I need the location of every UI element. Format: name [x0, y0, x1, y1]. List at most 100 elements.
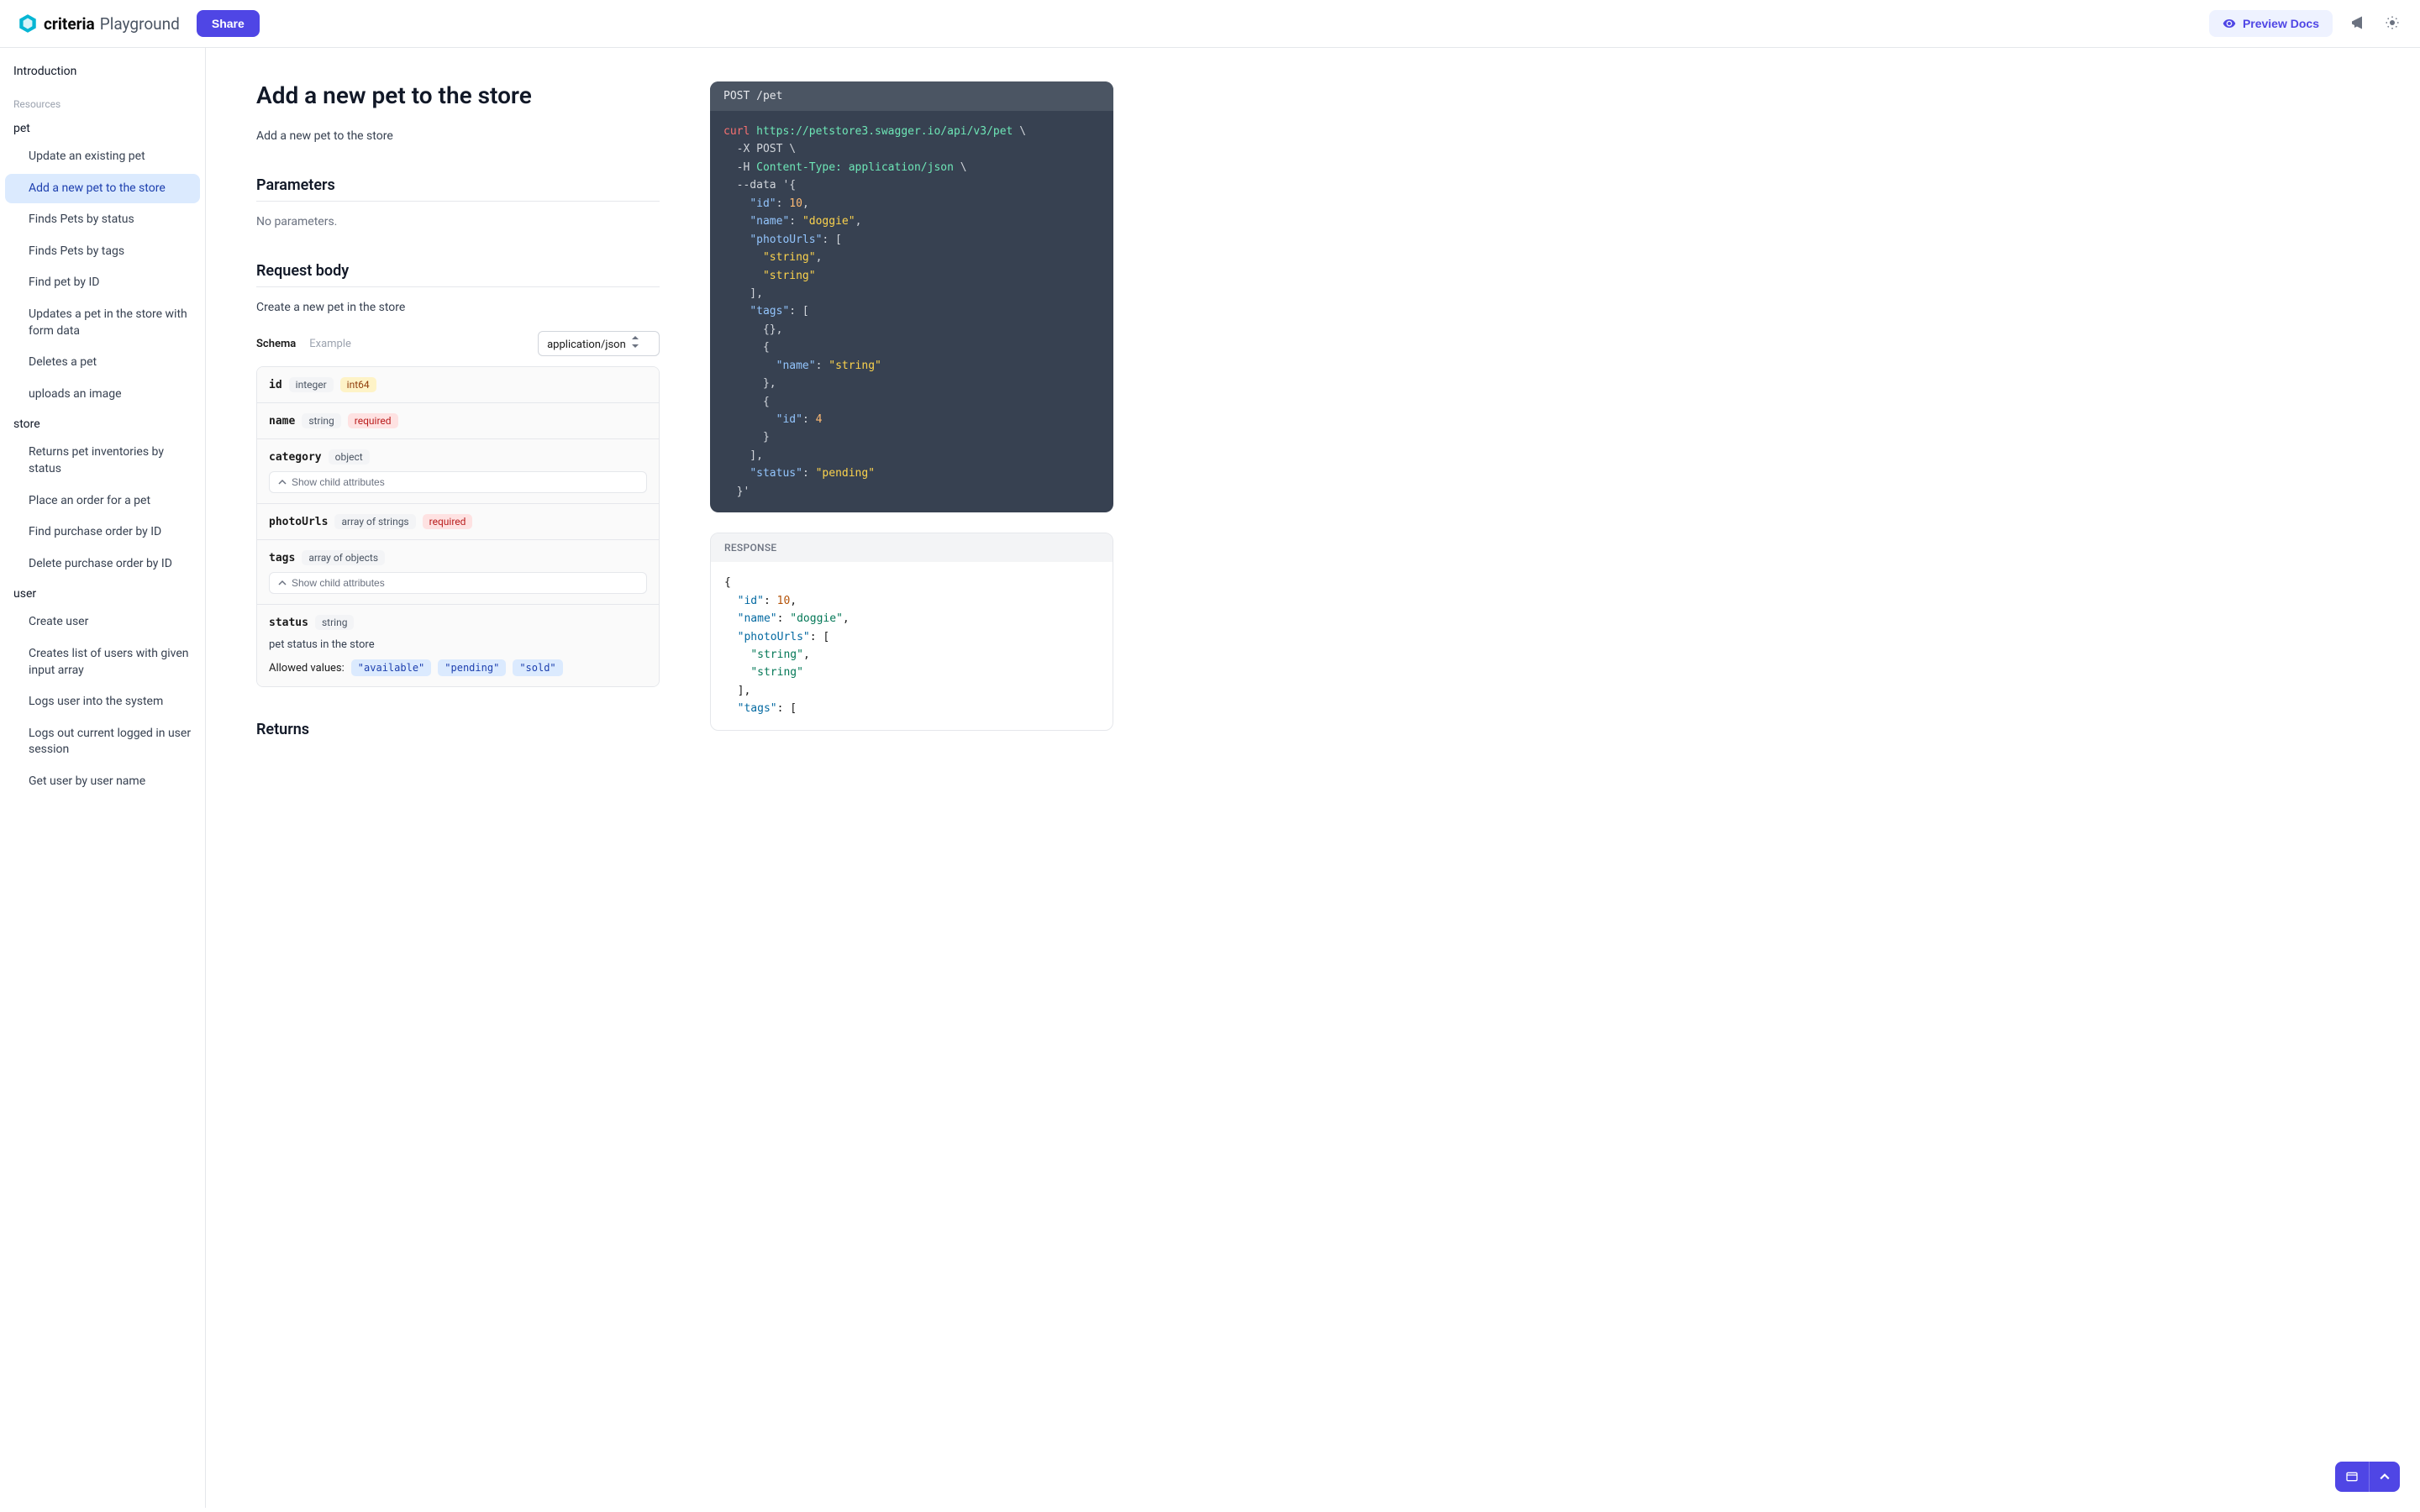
code-header: POST /pet [710, 81, 1113, 111]
sidebar-item-logout[interactable]: Logs out current logged in user session [5, 719, 200, 765]
content-type-select[interactable]: application/json [538, 331, 660, 356]
logo-icon [17, 13, 39, 34]
preview-docs-label: Preview Docs [2243, 17, 2319, 30]
field-name-row: name string required [257, 403, 659, 439]
float-collapse-button[interactable] [2369, 1462, 2400, 1492]
sidebar-item-find-by-id[interactable]: Find pet by ID [5, 268, 200, 298]
sidebar-item-update-pet[interactable]: Update an existing pet [5, 142, 200, 172]
tab-schema[interactable]: Schema [256, 338, 296, 350]
floating-controls [2335, 1462, 2400, 1492]
required-badge: required [423, 514, 473, 529]
field-status: status string pet status in the store Al… [257, 605, 659, 686]
sidebar-item-create-user[interactable]: Create user [5, 607, 200, 638]
announcement-icon[interactable] [2346, 12, 2368, 36]
sidebar-item-delete-pet[interactable]: Deletes a pet [5, 348, 200, 378]
field-tags: tags array of objects Show child attribu… [257, 540, 659, 605]
chevron-up-icon [2380, 1472, 2390, 1482]
required-badge: required [348, 413, 398, 428]
allowed-value: "pending" [438, 659, 506, 676]
sidebar-item-create-users-list[interactable]: Creates list of users with given input a… [5, 639, 200, 685]
content: Add a new pet to the store Add a new pet… [256, 81, 660, 1474]
tab-example[interactable]: Example [309, 338, 351, 350]
field-name: photoUrls [269, 516, 328, 528]
field-photourls: photoUrls array of strings required [257, 504, 659, 540]
type-badge: object [329, 449, 370, 465]
share-button[interactable]: Share [197, 10, 260, 37]
sidebar: Introduction Resources pet Update an exi… [0, 48, 206, 1508]
header-right: Preview Docs [2209, 10, 2403, 37]
request-code-block: POST /pet curl https://petstore3.swagger… [710, 81, 1113, 512]
logo-text: criteria [44, 14, 95, 34]
header-flag: -H [737, 161, 750, 174]
header: criteria Playground Share Preview Docs [0, 0, 2420, 48]
logo: criteria Playground [17, 13, 180, 34]
header-value: Content-Type: application/json [756, 161, 954, 174]
format-badge: int64 [340, 377, 376, 392]
page-description: Add a new pet to the store [256, 129, 660, 143]
url-token: https://petstore3.swagger.io/api/v3/pet [756, 125, 1013, 138]
sidebar-item-delete-order[interactable]: Delete purchase order by ID [5, 549, 200, 580]
field-name: category [269, 451, 322, 464]
chevron-updown-icon [632, 336, 639, 348]
type-badge: integer [289, 377, 334, 392]
page-title: Add a new pet to the store [256, 81, 660, 109]
sidebar-item-place-order[interactable]: Place an order for a pet [5, 486, 200, 517]
preview-docs-button[interactable]: Preview Docs [2209, 10, 2333, 37]
panel-icon [2345, 1470, 2359, 1483]
request-body-heading: Request body [256, 262, 660, 287]
sidebar-item-find-order[interactable]: Find purchase order by ID [5, 517, 200, 548]
allowed-value: "available" [351, 659, 431, 676]
field-name: status [269, 617, 308, 629]
sidebar-group-user[interactable]: user [5, 580, 200, 607]
schema-table: id integer int64 name string required ca… [256, 366, 660, 687]
type-badge: string [302, 413, 340, 428]
type-badge: array of strings [334, 514, 415, 529]
theme-toggle-icon[interactable] [2381, 12, 2403, 36]
expand-tags-button[interactable]: Show child attributes [269, 572, 647, 594]
sidebar-item-login[interactable]: Logs user into the system [5, 687, 200, 717]
sidebar-item-add-pet[interactable]: Add a new pet to the store [5, 174, 200, 204]
allowed-values-row: Allowed values: "available" "pending" "s… [269, 659, 647, 676]
request-body-description: Create a new pet in the store [256, 301, 660, 314]
sidebar-item-find-by-status[interactable]: Finds Pets by status [5, 205, 200, 235]
allowed-label: Allowed values: [269, 662, 345, 675]
method-flag: -X POST [737, 143, 783, 155]
content-type-value: application/json [547, 339, 626, 351]
sidebar-group-store[interactable]: store [5, 411, 200, 438]
data-flag: --data [737, 179, 776, 192]
sidebar-item-upload-image[interactable]: uploads an image [5, 380, 200, 410]
no-parameters-text: No parameters. [256, 215, 660, 228]
field-id: id integer int64 [257, 367, 659, 403]
sidebar-item-get-user[interactable]: Get user by user name [5, 767, 200, 797]
sidebar-item-find-by-tags[interactable]: Finds Pets by tags [5, 237, 200, 267]
code-body: curl https://petstore3.swagger.io/api/v3… [710, 111, 1113, 512]
right-panel: POST /pet curl https://petstore3.swagger… [710, 81, 1113, 1474]
response-header: RESPONSE [711, 533, 1113, 562]
eye-icon [2223, 17, 2236, 30]
field-description: pet status in the store [269, 638, 647, 651]
logo-subtitle: Playground [100, 14, 180, 34]
schema-tabs-row: Schema Example application/json [256, 331, 660, 356]
main: Add a new pet to the store Add a new pet… [206, 48, 2420, 1508]
float-panel-button[interactable] [2335, 1462, 2369, 1492]
field-category: category object Show child attributes [257, 439, 659, 504]
expand-label: Show child attributes [292, 476, 385, 488]
field-name: name [269, 415, 295, 428]
curl-token: curl [723, 125, 750, 138]
sidebar-group-pet[interactable]: pet [5, 115, 200, 142]
field-name: tags [269, 552, 295, 564]
type-badge: string [315, 615, 354, 630]
parameters-heading: Parameters [256, 176, 660, 202]
chevron-up-icon [278, 579, 287, 587]
chevron-up-icon [278, 478, 287, 486]
sidebar-item-update-form[interactable]: Updates a pet in the store with form dat… [5, 300, 200, 346]
returns-heading: Returns [256, 721, 660, 745]
sidebar-section-resources: Resources [5, 87, 200, 115]
expand-label: Show child attributes [292, 577, 385, 589]
response-block: RESPONSE { "id": 10, "name": "doggie", "… [710, 533, 1113, 731]
response-body: { "id": 10, "name": "doggie", "photoUrls… [711, 562, 1113, 730]
sidebar-item-inventories[interactable]: Returns pet inventories by status [5, 438, 200, 484]
type-badge: array of objects [302, 550, 385, 565]
expand-category-button[interactable]: Show child attributes [269, 471, 647, 493]
sidebar-introduction[interactable]: Introduction [5, 58, 200, 85]
